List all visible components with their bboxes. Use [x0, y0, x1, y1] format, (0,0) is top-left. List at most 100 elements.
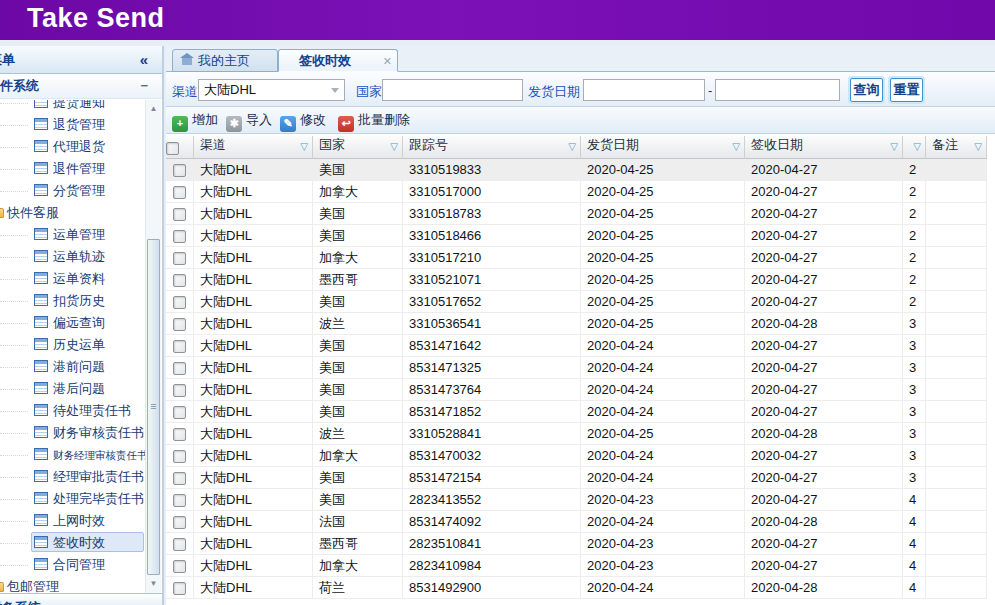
collapse-sidebar-icon[interactable]: «: [140, 46, 148, 73]
row-checkbox[interactable]: [173, 274, 186, 287]
sidebar-item[interactable]: 财务经理审核责任书: [0, 444, 145, 466]
sidebar-item[interactable]: 运单轨迹: [0, 246, 145, 268]
sidebar-item[interactable]: 合同管理: [0, 554, 145, 576]
import-button[interactable]: ✱导入: [226, 111, 272, 129]
column-header-country[interactable]: ▽国家: [313, 136, 403, 159]
sidebar-item[interactable]: 扣货历史: [0, 290, 145, 312]
sidebar-item[interactable]: 分货管理: [0, 180, 145, 202]
filter-icon[interactable]: ▽: [390, 136, 398, 158]
sidebar-scrollbar[interactable]: ▲ ▼: [145, 100, 161, 593]
sidebar-item[interactable]: 处理完毕责任书: [0, 488, 145, 510]
row-checkbox[interactable]: [173, 296, 186, 309]
row-checkbox[interactable]: [173, 560, 186, 573]
sidebar-item[interactable]: 港后问题: [0, 378, 145, 400]
sidebar-category[interactable]: 快件客服: [0, 202, 145, 224]
row-checkbox[interactable]: [173, 406, 186, 419]
select-all-checkbox[interactable]: [166, 142, 179, 155]
row-checkbox[interactable]: [173, 428, 186, 441]
sidebar-item[interactable]: 偏远查询: [0, 312, 145, 334]
table-row[interactable]: 大陆DHL美国85314737642020-04-242020-04-273: [166, 379, 987, 401]
filter-icon[interactable]: ▽: [974, 136, 982, 158]
sidebar-category[interactable]: 包邮管理: [0, 576, 145, 593]
sidebar-item[interactable]: 代理退货: [0, 136, 145, 158]
row-checkbox[interactable]: [173, 538, 186, 551]
country-input[interactable]: [382, 79, 523, 101]
add-button[interactable]: +增加: [172, 111, 218, 129]
tree-connector: [0, 521, 28, 522]
accordion-section-express[interactable]: 快件系统 −: [0, 74, 162, 99]
sidebar-item[interactable]: 经理审批责任书: [0, 466, 145, 488]
table-row[interactable]: 大陆DHL美国85314718522020-04-242020-04-273: [166, 401, 987, 423]
table-row[interactable]: 大陆DHL波兰33105365412020-04-252020-04-283: [166, 313, 987, 335]
sidebar-item[interactable]: 提货通知: [0, 100, 145, 114]
filter-icon[interactable]: ▽: [568, 136, 576, 158]
sidebar-item[interactable]: 上网时效: [0, 510, 145, 532]
scrollbar-thumb[interactable]: [147, 239, 160, 575]
table-row[interactable]: 大陆DHL加拿大28234109842020-04-232020-04-274: [166, 555, 987, 577]
row-checkbox[interactable]: [173, 362, 186, 375]
table-row[interactable]: 大陆DHL加拿大33105172102020-04-252020-04-272: [166, 247, 987, 269]
sidebar-item[interactable]: 退货管理: [0, 114, 145, 136]
column-header-ship_date[interactable]: ▽发货日期: [581, 136, 745, 159]
table-row[interactable]: 大陆DHL墨西哥33105210712020-04-252020-04-272: [166, 269, 987, 291]
column-header-tracking[interactable]: ▽跟踪号: [403, 136, 581, 159]
row-checkbox[interactable]: [173, 450, 186, 463]
row-checkbox[interactable]: [173, 318, 186, 331]
column-header-remark[interactable]: ▽备注: [926, 136, 987, 159]
row-checkbox[interactable]: [173, 516, 186, 529]
table-row[interactable]: 大陆DHL美国33105176522020-04-252020-04-272: [166, 291, 987, 313]
row-checkbox[interactable]: [173, 340, 186, 353]
filter-icon[interactable]: ▽: [913, 136, 921, 158]
table-row[interactable]: 大陆DHL波兰33105288412020-04-252020-04-283: [166, 423, 987, 445]
sidebar-item[interactable]: 签收时效: [0, 532, 145, 554]
row-checkbox[interactable]: [173, 186, 186, 199]
filter-icon[interactable]: ▽: [300, 136, 308, 158]
query-button[interactable]: 查询: [850, 78, 883, 102]
table-row[interactable]: 大陆DHL美国33105184662020-04-252020-04-272: [166, 225, 987, 247]
table-row[interactable]: 大陆DHL墨西哥28235108412020-04-232020-04-274: [166, 533, 987, 555]
row-checkbox[interactable]: [173, 494, 186, 507]
column-header-sign_date[interactable]: ▽签收日期: [745, 136, 903, 159]
filter-icon[interactable]: ▽: [732, 136, 740, 158]
date-from-input[interactable]: [583, 79, 705, 101]
sidebar-item[interactable]: 财务审核责任书: [0, 422, 145, 444]
accordion-section-bottom[interactable]: 财务系统: [0, 593, 162, 605]
row-checkbox[interactable]: [173, 582, 186, 595]
row-checkbox[interactable]: [173, 384, 186, 397]
tab-home[interactable]: 我的主页: [172, 49, 278, 72]
scroll-up-icon[interactable]: ▲: [147, 102, 160, 116]
date-to-input[interactable]: [715, 79, 840, 101]
channel-select[interactable]: 大陆DHL: [198, 79, 345, 101]
batch-delete-button[interactable]: ↩批量删除: [338, 111, 410, 129]
table-row[interactable]: 大陆DHL美国85314713252020-04-242020-04-273: [166, 357, 987, 379]
sidebar-item[interactable]: 运单资料: [0, 268, 145, 290]
row-checkbox[interactable]: [173, 164, 186, 177]
table-row[interactable]: 大陆DHL美国85314721542020-04-242020-04-273: [166, 467, 987, 489]
table-row[interactable]: 大陆DHL美国33105198332020-04-252020-04-272: [166, 159, 987, 181]
table-row[interactable]: 大陆DHL美国85314716422020-04-242020-04-273: [166, 335, 987, 357]
sidebar-item[interactable]: 港前问题: [0, 356, 145, 378]
reset-button[interactable]: 重置: [890, 78, 923, 102]
row-checkbox[interactable]: [173, 252, 186, 265]
column-header-channel[interactable]: ▽渠道: [194, 136, 313, 159]
table-row[interactable]: 大陆DHL美国33105187832020-04-252020-04-272: [166, 203, 987, 225]
table-row[interactable]: 大陆DHL荷兰85314929002020-04-242020-04-284: [166, 577, 987, 599]
row-checkbox[interactable]: [173, 472, 186, 485]
close-tab-icon[interactable]: ✕: [383, 51, 392, 72]
filter-icon[interactable]: ▽: [890, 136, 898, 158]
sidebar-item[interactable]: 退件管理: [0, 158, 145, 180]
sidebar-item[interactable]: 历史运单: [0, 334, 145, 356]
table-row[interactable]: 大陆DHL加拿大33105170002020-04-252020-04-272: [166, 181, 987, 203]
sidebar-item[interactable]: 待处理责任书: [0, 400, 145, 422]
table-row[interactable]: 大陆DHL法国85314740922020-04-242020-04-284: [166, 511, 987, 533]
scroll-down-icon[interactable]: ▼: [147, 577, 160, 591]
table-row[interactable]: 大陆DHL加拿大85314700322020-04-242020-04-273: [166, 445, 987, 467]
row-checkbox[interactable]: [173, 230, 186, 243]
table-row[interactable]: 大陆DHL美国28234135522020-04-232020-04-274: [166, 489, 987, 511]
tab-sign-time[interactable]: 签收时效✕: [278, 49, 398, 72]
sidebar-item[interactable]: 运单管理: [0, 224, 145, 246]
collapse-section-icon[interactable]: −: [140, 74, 148, 98]
row-checkbox[interactable]: [173, 208, 186, 221]
edit-button[interactable]: ✎修改: [280, 111, 326, 129]
column-header-days[interactable]: ▽: [903, 136, 926, 159]
